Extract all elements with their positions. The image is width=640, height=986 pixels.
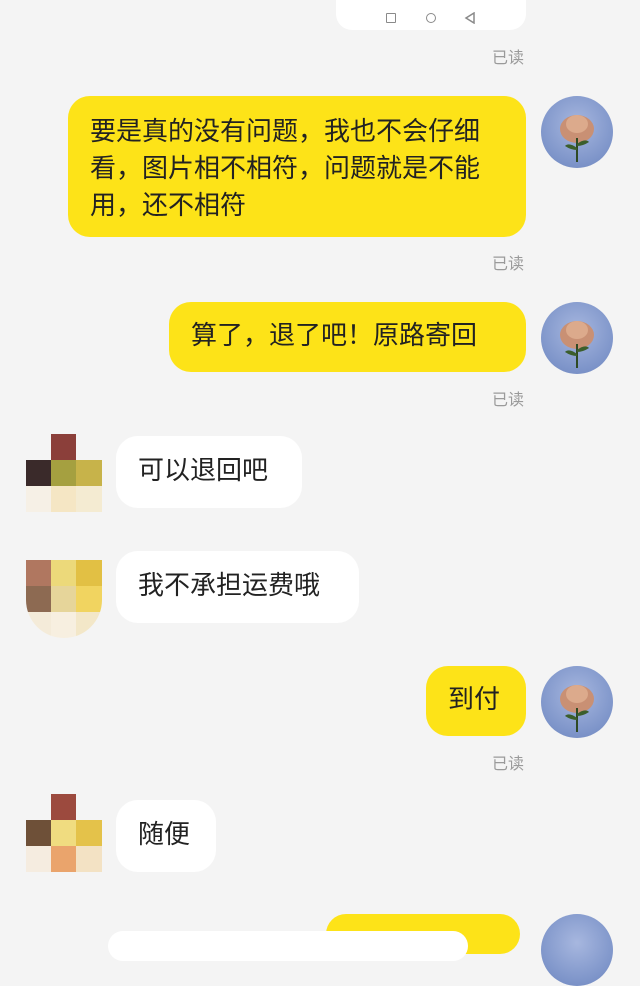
partial-image-bubble[interactable]: [336, 0, 526, 30]
read-status: 已读: [492, 390, 525, 409]
read-status: 已读: [492, 754, 525, 773]
my-avatar[interactable]: [541, 302, 613, 374]
read-status: 已读: [492, 254, 525, 273]
message-text: 可以退回吧: [138, 456, 269, 486]
flower-icon: [560, 115, 594, 162]
my-message-bubble[interactable]: 要是真的没有问题，我也不会仔细看，图片相不相符，问题就是不能用，还不相符: [68, 96, 526, 237]
message-text: 我不承担运费哦: [138, 571, 321, 601]
contact-message-bubble[interactable]: 可以退回吧: [116, 436, 302, 508]
message-text: 随便: [138, 820, 191, 850]
my-message-bubble[interactable]: 算了，退了吧！原路寄回: [169, 302, 526, 372]
message-text: 算了，退了吧！原路寄回: [191, 321, 478, 351]
contact-message-bubble[interactable]: 随便: [116, 800, 216, 872]
square-icon: [386, 13, 396, 23]
circle-icon: [426, 13, 436, 23]
message-text: 到付: [448, 685, 501, 715]
flower-icon: [560, 321, 594, 368]
back-triangle-icon: [464, 12, 475, 24]
read-status: 已读: [492, 48, 525, 67]
contact-avatar[interactable]: [26, 794, 102, 872]
flower-icon: [560, 685, 594, 732]
my-avatar[interactable]: [541, 666, 613, 738]
message-text: 要是真的没有问题，我也不会仔细看，图片相不相符，问题就是不能用，还不相符: [90, 117, 481, 221]
my-message-bubble[interactable]: 到付: [426, 666, 526, 736]
contact-avatar[interactable]: [26, 560, 102, 638]
my-avatar[interactable]: [541, 96, 613, 168]
contact-avatar[interactable]: [26, 434, 102, 512]
contact-message-bubble[interactable]: 我不承担运费哦: [116, 551, 359, 623]
partial-my-avatar[interactable]: [541, 914, 613, 986]
